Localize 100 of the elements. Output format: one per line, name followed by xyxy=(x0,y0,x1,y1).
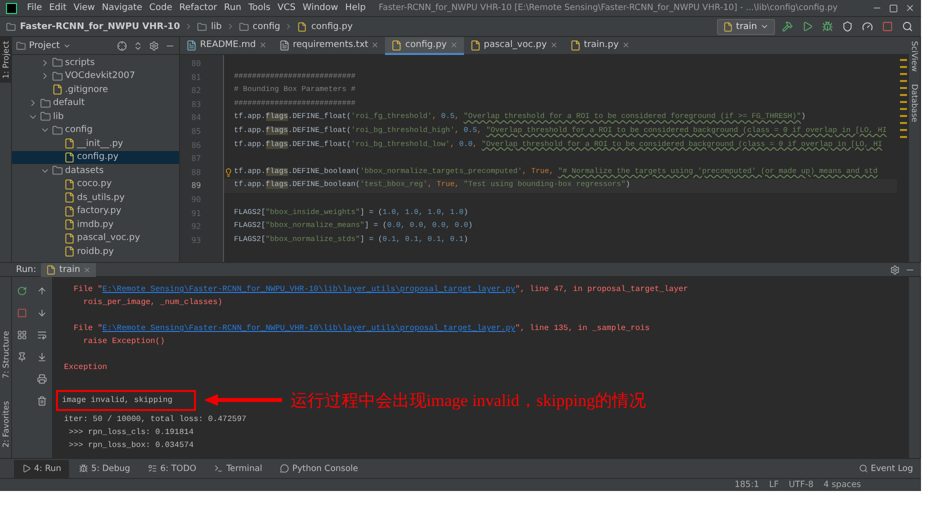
close-icon xyxy=(622,41,630,49)
menu-item[interactable]: Tools xyxy=(248,3,270,13)
menu-item[interactable]: Navigate xyxy=(102,3,142,13)
side-tool-tab[interactable]: 7: Structure xyxy=(0,327,12,383)
warning-marker[interactable] xyxy=(900,108,906,110)
run-configuration-dropdown[interactable]: train xyxy=(717,18,775,34)
warning-marker[interactable] xyxy=(900,136,906,138)
tree-item[interactable]: lib xyxy=(12,110,179,124)
menu-item[interactable]: Window xyxy=(302,3,338,13)
tree-item[interactable]: __init__.py xyxy=(12,137,179,150)
list-icon xyxy=(148,464,158,473)
warning-marker[interactable] xyxy=(900,59,906,61)
gauge-icon xyxy=(862,21,872,32)
folder-icon xyxy=(6,22,16,32)
folder-icon xyxy=(238,22,249,32)
caret-icon xyxy=(760,22,769,31)
close-icon xyxy=(905,3,915,13)
warning-marker[interactable] xyxy=(900,80,906,82)
tree-item[interactable]: datasets xyxy=(12,164,179,178)
python-file-icon xyxy=(391,40,402,50)
warning-marker[interactable] xyxy=(900,122,906,124)
pin-icon xyxy=(17,352,27,362)
python-file-icon xyxy=(64,246,75,258)
tree-item[interactable]: pascal_voc.py xyxy=(12,232,179,245)
menu-item[interactable]: VCS xyxy=(277,3,296,13)
event-log-button[interactable]: Event Log xyxy=(850,460,921,478)
layout-icon xyxy=(17,330,27,340)
python-file-icon xyxy=(570,40,581,50)
editor-tab[interactable]: config.py xyxy=(385,37,464,55)
menu-item[interactable]: File xyxy=(27,3,42,13)
menu-item[interactable]: Edit xyxy=(49,3,66,13)
collapse-icon xyxy=(133,40,143,50)
breadcrumb-item[interactable]: lib xyxy=(210,22,222,32)
console-line: raise Exception() xyxy=(82,336,166,348)
annotation-text: 运行过程中会出现image invalid，skipping的情况 xyxy=(290,390,646,412)
tool-window-tab[interactable]: 5: Debug xyxy=(71,460,138,478)
tree-item[interactable]: scripts xyxy=(12,56,179,70)
print-icon xyxy=(37,374,47,384)
stop-icon xyxy=(17,308,27,318)
warning-marker[interactable] xyxy=(900,101,906,103)
line-number: 89 xyxy=(190,180,202,192)
console-line: >>> rpn_loss_cls: 0.191814 xyxy=(68,427,195,439)
side-tool-tab[interactable]: 1: Project xyxy=(0,37,12,83)
project-view-dropdown[interactable]: Project xyxy=(16,40,71,50)
menu-item[interactable]: Refactor xyxy=(179,3,218,13)
lightbulb-icon[interactable] xyxy=(224,168,233,177)
close-icon xyxy=(550,41,558,49)
python-file-icon xyxy=(64,232,75,244)
close-icon xyxy=(371,41,380,49)
folder-icon xyxy=(40,98,51,109)
tree-item[interactable]: config xyxy=(12,124,179,137)
run-tab[interactable]: train xyxy=(41,262,96,276)
warning-marker[interactable] xyxy=(900,115,906,117)
side-tool-tab[interactable]: SciView xyxy=(908,37,920,76)
markdown-file-icon xyxy=(186,40,197,50)
python-file-icon xyxy=(64,152,75,163)
tree-item[interactable]: default xyxy=(12,96,179,110)
console-line: >>> rpn_loss_box: 0.034574 xyxy=(68,440,195,452)
menu-item[interactable]: Code xyxy=(149,3,172,13)
warning-marker[interactable] xyxy=(900,73,906,75)
tool-window-tab[interactable]: Python Console xyxy=(272,460,366,478)
tree-item[interactable]: VOCdevkit2007 xyxy=(12,70,179,83)
tool-window-tab[interactable]: Terminal xyxy=(206,460,270,478)
run-label: Run: xyxy=(16,264,36,274)
tree-item[interactable]: roidb.py xyxy=(12,245,179,258)
shield-icon xyxy=(842,21,852,32)
tree-item[interactable]: factory.py xyxy=(12,204,179,218)
tree-item[interactable]: config.py xyxy=(12,150,179,164)
tool-window-tab[interactable]: 6: TODO xyxy=(140,460,204,478)
tool-window-tab[interactable]: 4: Run xyxy=(14,460,70,478)
python-file-icon xyxy=(64,178,75,190)
editor-tab[interactable]: README.md xyxy=(180,37,273,55)
scroll-to-end-icon xyxy=(37,352,47,362)
menu-item[interactable]: Help xyxy=(345,3,366,13)
breadcrumb-item[interactable]: config.py xyxy=(311,22,353,32)
side-tool-tab[interactable]: 2: Favorites xyxy=(0,396,12,452)
menu-item[interactable]: View xyxy=(74,3,95,13)
warning-marker[interactable] xyxy=(900,66,906,68)
tree-item[interactable]: ds_utils.py xyxy=(12,191,179,204)
warning-marker[interactable] xyxy=(900,129,906,131)
warning-marker[interactable] xyxy=(900,94,906,96)
warning-marker[interactable] xyxy=(900,87,906,89)
editor-tab[interactable]: train.py xyxy=(564,37,636,55)
editor-tab[interactable]: pascal_voc.py xyxy=(464,37,564,55)
tree-item[interactable]: coco.py xyxy=(12,178,179,191)
tree-item[interactable]: imdb.py xyxy=(12,218,179,232)
crosshair-icon xyxy=(117,40,127,50)
python-file-icon xyxy=(64,206,75,217)
python-file-icon xyxy=(470,40,481,50)
console-line: rois_per_image, _num_classes) xyxy=(82,297,224,309)
python-file-icon xyxy=(64,219,75,230)
menu-item[interactable]: Run xyxy=(224,3,242,13)
app-logo-icon xyxy=(6,2,17,14)
breadcrumb-item[interactable]: Faster-RCNN_for_NWPU VHR-10 xyxy=(20,22,180,32)
editor-tab[interactable]: requirements.txt xyxy=(272,37,386,55)
python-console-icon xyxy=(280,464,290,473)
side-tool-tab[interactable]: Database xyxy=(908,80,920,126)
rerun-icon xyxy=(17,286,27,296)
breadcrumb-item[interactable]: config xyxy=(252,22,280,32)
tree-item[interactable]: .gitignore xyxy=(12,83,179,96)
